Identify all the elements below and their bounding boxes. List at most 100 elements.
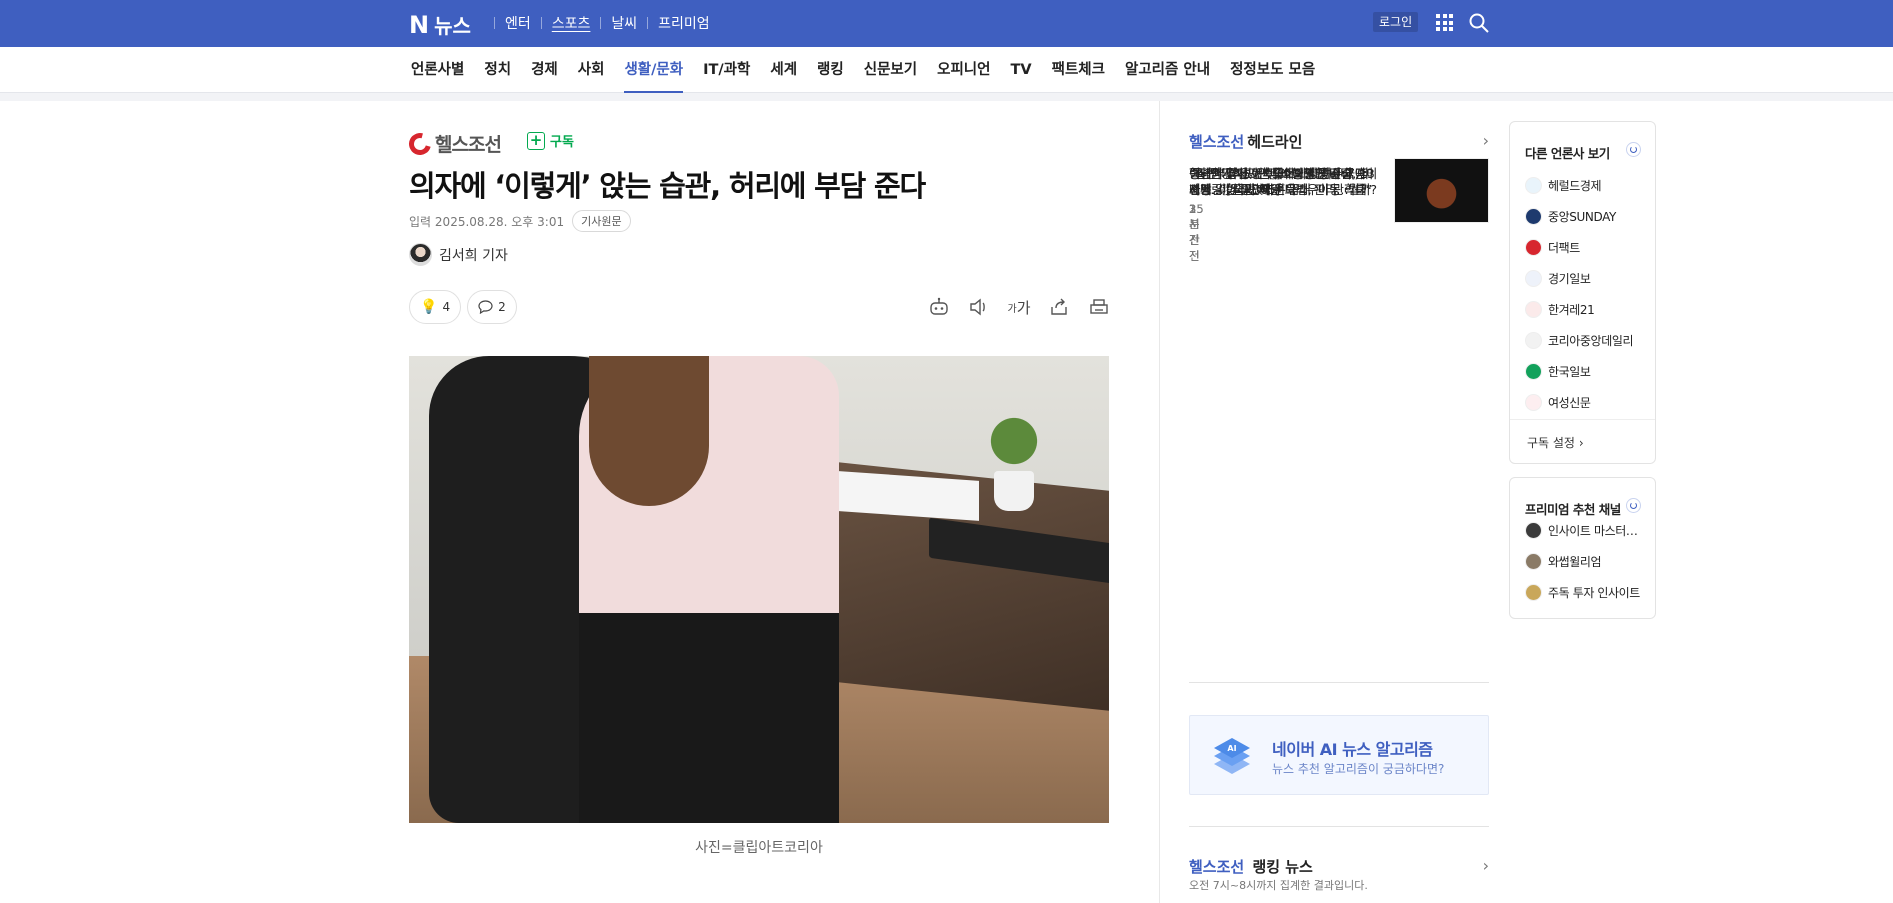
- press-item-name: 한겨레21: [1548, 303, 1595, 317]
- speaker-icon[interactable]: [968, 296, 990, 318]
- ai-banner-title: 네이버 AI 뉴스 알고리즘: [1272, 740, 1433, 759]
- other-press-card: 다른 언론사 보기 헤럴드경제 중앙SUNDAY 더팩트 경기일보 한겨레21 코리아중앙…: [1509, 121, 1656, 464]
- login-button[interactable]: 로그인: [1373, 12, 1419, 32]
- press-item[interactable]: 코리아중앙데일리: [1525, 332, 1650, 349]
- summary-bot-icon[interactable]: [928, 296, 950, 318]
- divider: [600, 17, 602, 29]
- premium-channel-item[interactable]: 주독 투자 인사이트: [1525, 584, 1650, 601]
- nav-item-12[interactable]: 알고리즘 안내: [1125, 47, 1210, 93]
- nav-item-5[interactable]: IT/과학: [703, 47, 750, 93]
- subscribe-label: 구독: [550, 135, 574, 150]
- service-link-weather[interactable]: 날씨: [611, 13, 637, 33]
- nav-item-13[interactable]: 정정보도 모음: [1230, 47, 1315, 93]
- article-dateline: 입력 2025.08.28. 오후 3:01 기사원문: [409, 210, 631, 232]
- press-item-name: 헤럴드경제: [1548, 179, 1602, 193]
- divider: [540, 17, 542, 29]
- channel-avatar: [1525, 584, 1542, 601]
- date-label: 입력: [409, 214, 432, 229]
- search-icon[interactable]: [1468, 12, 1490, 34]
- reporter-name: 김서희 기자: [439, 247, 508, 264]
- font-size-label: 가: [1016, 298, 1031, 317]
- reporter-avatar: [409, 243, 432, 266]
- press-item[interactable]: 여성신문: [1525, 394, 1650, 411]
- refresh-icon[interactable]: [1626, 498, 1641, 513]
- photo-hair: [589, 356, 709, 506]
- press-item[interactable]: 한겨레21: [1525, 301, 1650, 318]
- nav-item-3[interactable]: 사회: [578, 47, 605, 93]
- premium-channel-item[interactable]: 와썹윌리엄: [1525, 553, 1650, 570]
- divider: [1189, 826, 1489, 827]
- press-logo[interactable]: 헬스조선: [404, 128, 502, 159]
- press-item[interactable]: 한국일보: [1525, 363, 1650, 380]
- article-date: 2025.08.28. 오후 3:01: [434, 214, 565, 229]
- channel-avatar: [1525, 553, 1542, 570]
- headline-panel-title[interactable]: 헬스조선 헤드라인 ›: [1189, 131, 1489, 152]
- channel-avatar: [1525, 522, 1542, 539]
- article-tools: 가가: [928, 296, 1110, 318]
- service-link-enter[interactable]: 엔터: [505, 13, 531, 33]
- press-item[interactable]: 경기일보: [1525, 270, 1650, 287]
- nav-separator: [0, 93, 1893, 101]
- premium-card: 프리미엄 추천 채널 인사이트 마스터… 와썹윌리엄주독 투자 인사이트: [1509, 477, 1656, 619]
- comment-count: 2: [498, 300, 506, 314]
- premium-channel-item[interactable]: 인사이트 마스터…: [1525, 522, 1650, 539]
- service-link-sports[interactable]: 스포츠: [552, 13, 591, 33]
- press-item[interactable]: 헤럴드경제: [1525, 177, 1650, 194]
- headline-panel-label: 헤드라인: [1247, 133, 1303, 151]
- subscription-settings-link[interactable]: 구독 설정 ›: [1527, 434, 1584, 451]
- photo-caption: 사진=클립아트코리아: [695, 840, 823, 856]
- ai-news-banner[interactable]: AI 네이버 AI 뉴스 알고리즘 뉴스 추천 알고리즘이 궁금하다면?: [1189, 715, 1489, 795]
- press-logo-icon: [1525, 363, 1542, 380]
- nav-item-10[interactable]: TV: [1010, 47, 1031, 93]
- ai-banner-subtitle: 뉴스 추천 알고리즘이 궁금하다면?: [1272, 762, 1445, 776]
- press-logo-icon: [1525, 208, 1542, 225]
- nav-item-7[interactable]: 랭킹: [817, 47, 844, 93]
- press-item[interactable]: 더팩트: [1525, 239, 1650, 256]
- chevron-right-icon[interactable]: ›: [1483, 131, 1489, 150]
- headline-item-text: 이태원 참사 이후, 소방관 잇단 극단 선택… “국가 차원 트라우마 관리를…: [1189, 166, 1372, 197]
- nav-item-0[interactable]: 언론사별: [411, 47, 464, 93]
- press-logo-icon: [1525, 332, 1542, 349]
- like-button[interactable]: 💡 4: [409, 290, 462, 324]
- print-icon[interactable]: [1088, 296, 1110, 318]
- nav-item-1[interactable]: 정치: [484, 47, 511, 93]
- reporter[interactable]: 김서희 기자: [409, 243, 508, 266]
- thumb-firefighter: [1394, 158, 1489, 223]
- nav-item-6[interactable]: 세계: [770, 47, 797, 93]
- article-photo[interactable]: [409, 356, 1109, 823]
- press-logo-icon: [1525, 270, 1542, 287]
- healthchosun-logo-icon: [404, 128, 436, 159]
- premium-channel-name: 인사이트 마스터…: [1548, 524, 1638, 538]
- ranking-subtitle: 오전 7시~8시까지 집계한 결과입니다.: [1189, 879, 1368, 892]
- premium-channel-name: 와썹윌리엄: [1548, 555, 1602, 569]
- service-link-premium[interactable]: 프리미엄: [658, 13, 710, 33]
- nav-item-2[interactable]: 경제: [531, 47, 558, 93]
- premium-title: 프리미엄 추천 채널: [1525, 502, 1621, 517]
- comment-icon: [478, 300, 493, 314]
- nav-item-9[interactable]: 오피니언: [937, 47, 990, 93]
- subscribe-button[interactable]: + 구독: [527, 131, 574, 150]
- press-item[interactable]: 중앙SUNDAY: [1525, 208, 1650, 225]
- divider: [1510, 419, 1655, 420]
- refresh-icon[interactable]: [1626, 142, 1641, 157]
- apps-grid-icon[interactable]: [1436, 14, 1453, 31]
- font-size-icon[interactable]: 가가: [1008, 296, 1031, 318]
- nav-item-8[interactable]: 신문보기: [864, 47, 917, 93]
- lightbulb-icon: 💡: [420, 299, 438, 315]
- nav-item-4[interactable]: 생활/문화: [624, 47, 683, 93]
- plus-icon: +: [527, 131, 545, 150]
- service-links: 엔터 스포츠 날씨 프리미엄: [484, 13, 710, 33]
- press-item-name: 중앙SUNDAY: [1548, 210, 1616, 224]
- comment-button[interactable]: 2: [467, 290, 517, 324]
- press-item-name: 경기일보: [1548, 272, 1591, 286]
- chevron-right-icon[interactable]: ›: [1483, 856, 1489, 875]
- subscription-settings-label: 구독 설정: [1527, 436, 1575, 450]
- naver-news-logo[interactable]: N 뉴스: [409, 10, 471, 39]
- nav-item-11[interactable]: 팩트체크: [1052, 47, 1105, 93]
- press-item-name: 코리아중앙데일리: [1548, 334, 1634, 348]
- share-icon[interactable]: [1048, 296, 1070, 318]
- original-article-button[interactable]: 기사원문: [572, 210, 631, 232]
- ranking-title[interactable]: 헬스조선 랭킹 뉴스 ›: [1189, 856, 1489, 877]
- category-nav: 언론사별 정치 경제 사회 생활/문화 IT/과학 세계 랭킹 신문보기 오피니언 TV 팩트체크 알고…: [0, 47, 1893, 93]
- news-logo-text: 뉴스: [434, 14, 471, 38]
